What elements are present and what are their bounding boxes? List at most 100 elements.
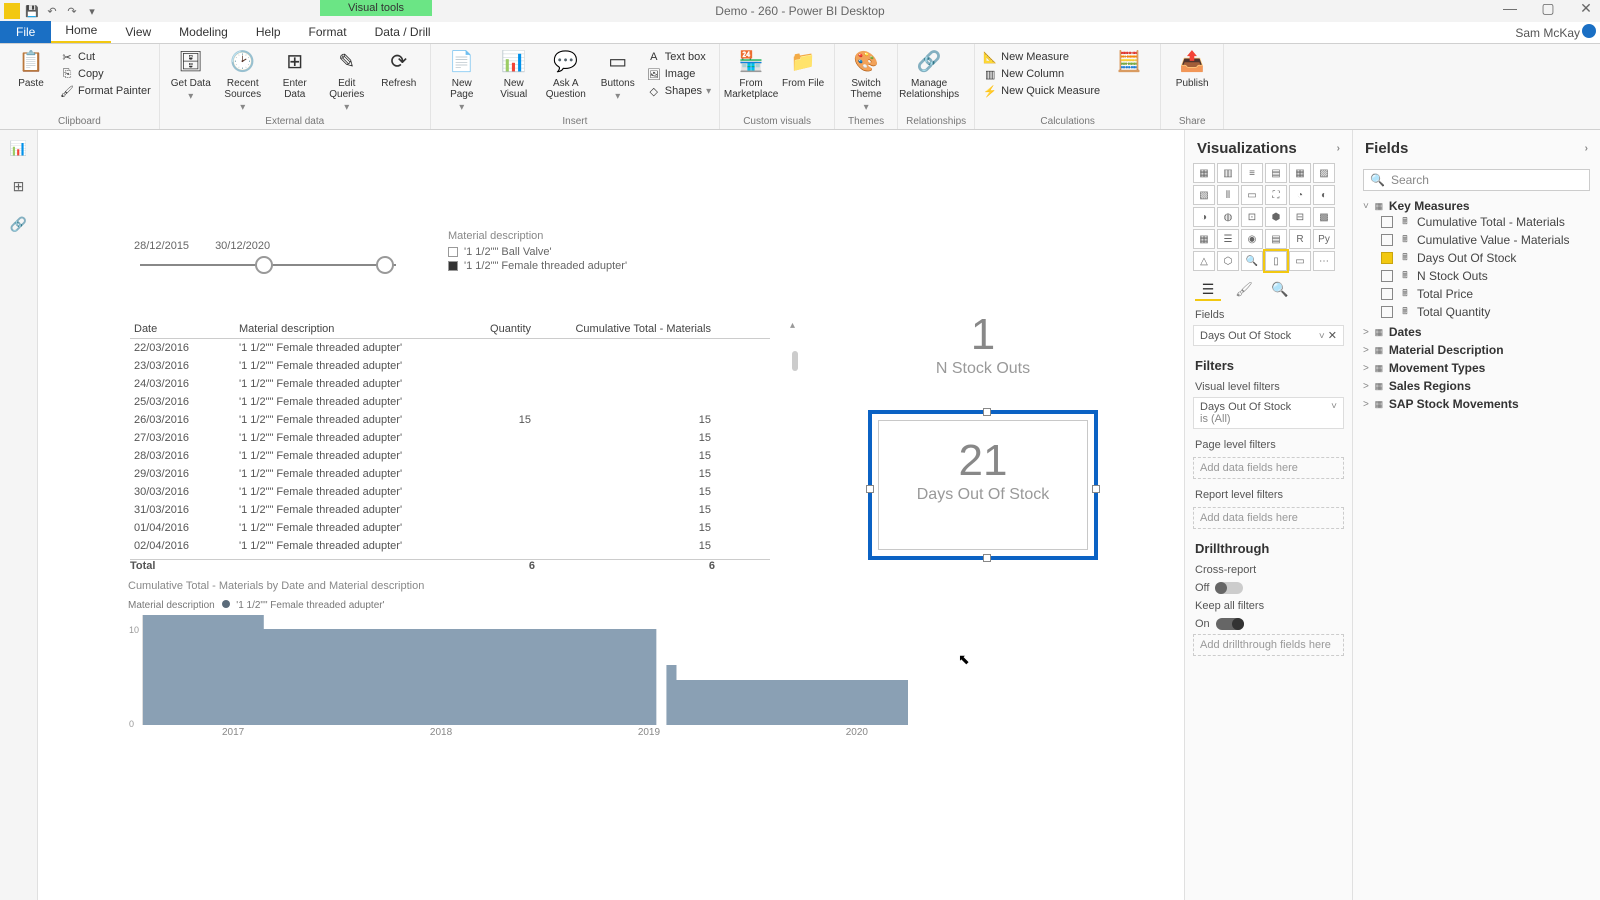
field-item[interactable]: 🖩Total Price <box>1363 285 1590 303</box>
field-item[interactable]: 🖩Cumulative Value - Materials <box>1363 231 1590 249</box>
table-row[interactable]: 02/04/2016'1 1/2"" Female threaded adupt… <box>130 537 770 555</box>
slider-handle-end[interactable] <box>376 256 394 274</box>
copy-button[interactable]: ⎘Copy <box>60 67 151 81</box>
viz-type-icon[interactable]: ▦ <box>1289 163 1311 183</box>
col-date[interactable]: Date <box>130 320 235 338</box>
table-row[interactable]: 25/03/2016'1 1/2"" Female threaded adupt… <box>130 393 770 411</box>
table-header[interactable]: ˃ ▦ Material Description <box>1363 343 1590 357</box>
chevron-down-icon[interactable]: ˅ <box>1331 401 1337 413</box>
table-header[interactable]: ˃ ▦ SAP Stock Movements <box>1363 397 1590 411</box>
viz-type-icon[interactable]: ▯ <box>1265 251 1287 271</box>
enter-data-button[interactable]: ⊞Enter Data <box>272 48 318 100</box>
model-view-icon[interactable]: 🔗 <box>9 214 29 234</box>
viz-type-icon[interactable]: ▤ <box>1265 229 1287 249</box>
table-header[interactable]: ˃ ▦ Movement Types <box>1363 361 1590 375</box>
table-row[interactable]: 31/03/2016'1 1/2"" Female threaded adupt… <box>130 501 770 519</box>
col-cumulative[interactable]: Cumulative Total - Materials <box>535 320 715 338</box>
chevron-down-icon[interactable]: ˅ <box>1319 331 1325 342</box>
checkbox-icon[interactable] <box>1381 306 1393 318</box>
data-table[interactable]: Date Material description Quantity Cumul… <box>130 320 770 572</box>
edit-queries-button[interactable]: ✎Edit Queries▾ <box>324 48 370 113</box>
new-measure-button[interactable]: 📐New Measure <box>983 50 1100 64</box>
checkbox-icon[interactable] <box>1381 288 1393 300</box>
viz-type-icon[interactable]: ◉ <box>1241 229 1263 249</box>
viz-type-icon[interactable]: ▭ <box>1241 185 1263 205</box>
tab-data-drill[interactable]: Data / Drill <box>361 21 445 43</box>
viz-type-icon[interactable]: ⊡ <box>1241 207 1263 227</box>
qat-dropdown-icon[interactable]: ▾ <box>84 3 100 19</box>
tab-modeling[interactable]: Modeling <box>165 21 242 43</box>
table-row[interactable]: 23/03/2016'1 1/2"" Female threaded adupt… <box>130 357 770 375</box>
calc-button[interactable]: 🧮 <box>1106 48 1152 76</box>
collapse-fields-icon[interactable]: › <box>1585 143 1588 154</box>
table-header[interactable]: ˃ ▦ Sales Regions <box>1363 379 1590 393</box>
viz-type-icon[interactable]: ▦ <box>1193 229 1215 249</box>
format-painter-button[interactable]: 🖌Format Painter <box>60 84 151 98</box>
maximize-icon[interactable]: ▢ <box>1538 0 1558 17</box>
minimize-icon[interactable]: — <box>1500 0 1520 17</box>
report-filters-well[interactable]: Add data fields here <box>1193 507 1344 529</box>
refresh-button[interactable]: ⟳Refresh <box>376 48 422 89</box>
shapes-button[interactable]: ◇Shapes ▾ <box>647 84 711 98</box>
visual-filter-well[interactable]: Days Out Of Stock˅ is (All) <box>1193 397 1344 429</box>
recent-sources-button[interactable]: 🕑Recent Sources▾ <box>220 48 266 113</box>
field-item[interactable]: 🖩Days Out Of Stock <box>1363 249 1590 267</box>
cut-button[interactable]: ✂Cut <box>60 50 151 64</box>
viz-type-icon[interactable]: ▧ <box>1193 185 1215 205</box>
from-marketplace-button[interactable]: 🏪From Marketplace <box>728 48 774 100</box>
save-icon[interactable]: 💾 <box>24 3 40 19</box>
viz-type-icon[interactable]: ☰ <box>1217 229 1239 249</box>
legend-item[interactable]: '1 1/2"" Ball Valve' <box>448 246 627 258</box>
drillthrough-well[interactable]: Add drillthrough fields here <box>1193 634 1344 656</box>
viz-type-icon[interactable]: ⬡ <box>1217 251 1239 271</box>
remove-field-icon[interactable]: ✕ <box>1328 330 1337 342</box>
viz-type-icon[interactable]: 🔍 <box>1241 251 1263 271</box>
redo-icon[interactable]: ↷ <box>64 3 80 19</box>
viz-type-icon[interactable]: ▤ <box>1265 163 1287 183</box>
textbox-button[interactable]: AText box <box>647 50 711 64</box>
slider-handle-start[interactable] <box>255 256 273 274</box>
close-icon[interactable]: ✕ <box>1576 0 1596 17</box>
viz-type-icon[interactable]: ▥ <box>1217 163 1239 183</box>
field-item[interactable]: 🖩N Stock Outs <box>1363 267 1590 285</box>
table-row[interactable]: 03/04/2016'1 1/2"" Female threaded adupt… <box>130 555 770 559</box>
paste-button[interactable]: 📋Paste <box>8 48 54 89</box>
viz-type-icon[interactable]: ⛶ <box>1265 185 1287 205</box>
fields-search-input[interactable]: 🔍Search <box>1363 169 1590 191</box>
values-well[interactable]: Days Out Of Stock ˅ ✕ <box>1193 325 1344 346</box>
table-row[interactable]: 26/03/2016'1 1/2"" Female threaded adupt… <box>130 411 770 429</box>
report-view-icon[interactable]: 📊 <box>9 138 29 158</box>
slicer-end-date[interactable]: 30/12/2020 <box>215 240 270 252</box>
table-row[interactable]: 28/03/2016'1 1/2"" Female threaded adupt… <box>130 447 770 465</box>
format-mode-icon[interactable]: 🖌 <box>1231 279 1257 301</box>
cumulative-chart[interactable]: Cumulative Total - Materials by Date and… <box>128 580 908 738</box>
tab-view[interactable]: View <box>111 21 165 43</box>
collapse-viz-icon[interactable]: › <box>1337 143 1340 154</box>
switch-theme-button[interactable]: 🎨Switch Theme▾ <box>843 48 889 113</box>
buttons-button[interactable]: ▭Buttons▾ <box>595 48 641 102</box>
viz-type-icon[interactable]: R <box>1289 229 1311 249</box>
manage-relationships-button[interactable]: 🔗Manage Relationships <box>906 48 952 100</box>
viz-type-icon[interactable]: ▩ <box>1313 207 1335 227</box>
table-row[interactable]: 24/03/2016'1 1/2"" Female threaded adupt… <box>130 375 770 393</box>
card-days-out-of-stock[interactable]: 21 Days Out Of Stock <box>868 410 1098 560</box>
tab-file[interactable]: File <box>0 21 51 43</box>
report-canvas[interactable]: 28/12/2015 30/12/2020 Material descripti… <box>38 130 1184 900</box>
viz-type-icon[interactable]: ◔ <box>1289 185 1311 205</box>
viz-type-icon[interactable]: △ <box>1193 251 1215 271</box>
date-slicer[interactable]: 28/12/2015 30/12/2020 <box>128 240 408 266</box>
slider-track[interactable] <box>140 264 396 266</box>
tab-format[interactable]: Format <box>295 21 361 43</box>
card-n-stock-outs[interactable]: 1 N Stock Outs <box>918 310 1048 378</box>
table-row[interactable]: 27/03/2016'1 1/2"" Female threaded adupt… <box>130 429 770 447</box>
slicer-start-date[interactable]: 28/12/2015 <box>134 240 189 252</box>
viz-type-icon[interactable]: ◐ <box>1313 185 1335 205</box>
viz-type-icon[interactable]: ⫴ <box>1217 185 1239 205</box>
keep-filters-toggle[interactable] <box>1216 618 1244 630</box>
viz-type-icon[interactable]: ▦ <box>1193 163 1215 183</box>
from-file-button[interactable]: 📁From File <box>780 48 826 89</box>
tab-home[interactable]: Home <box>51 19 111 43</box>
checkbox-icon[interactable] <box>1381 234 1393 246</box>
checkbox-icon[interactable] <box>1381 252 1393 264</box>
table-header[interactable]: ˃ ▦ Dates <box>1363 325 1590 339</box>
